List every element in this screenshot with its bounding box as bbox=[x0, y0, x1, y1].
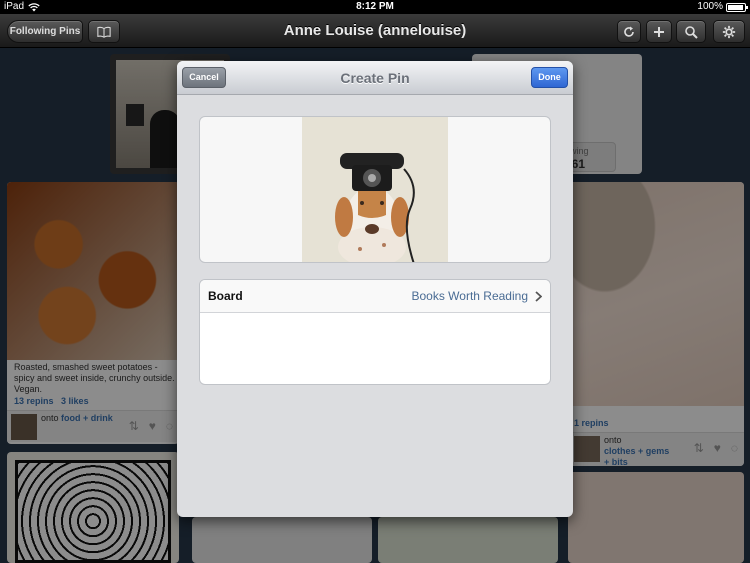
selected-board[interactable]: Books Worth Reading bbox=[411, 280, 528, 313]
plus-icon bbox=[654, 26, 664, 37]
search-icon bbox=[685, 25, 698, 39]
status-bar: iPad 8:12 PM 100% bbox=[0, 0, 750, 14]
pin-description-input[interactable] bbox=[200, 313, 550, 384]
add-button[interactable] bbox=[646, 20, 672, 43]
clock: 8:12 PM bbox=[356, 1, 394, 12]
navigation-bar: Following Pins Anne Louise (annelouise) bbox=[0, 14, 750, 48]
gear-icon bbox=[722, 25, 736, 38]
dog-with-telephone-image bbox=[302, 117, 448, 262]
create-pin-dialog: Create Pin Cancel Done Board Books Worth… bbox=[177, 61, 573, 517]
search-button[interactable] bbox=[676, 20, 706, 43]
board-label: Board bbox=[208, 289, 243, 303]
done-button[interactable]: Done bbox=[531, 67, 568, 88]
pin-image-preview bbox=[199, 116, 551, 263]
pin-details-form: Board Books Worth Reading bbox=[199, 279, 551, 385]
battery-percent: 100% bbox=[697, 1, 723, 12]
refresh-icon bbox=[624, 26, 634, 37]
cancel-button[interactable]: Cancel bbox=[182, 67, 226, 88]
settings-button[interactable] bbox=[713, 20, 745, 43]
refresh-button[interactable] bbox=[617, 20, 641, 43]
dialog-header: Create Pin Cancel Done bbox=[177, 61, 573, 95]
chevron-right-icon bbox=[535, 291, 542, 302]
dialog-title: Create Pin bbox=[340, 70, 410, 86]
board-selector-row[interactable]: Board Books Worth Reading bbox=[200, 280, 550, 313]
battery-icon bbox=[726, 2, 748, 12]
